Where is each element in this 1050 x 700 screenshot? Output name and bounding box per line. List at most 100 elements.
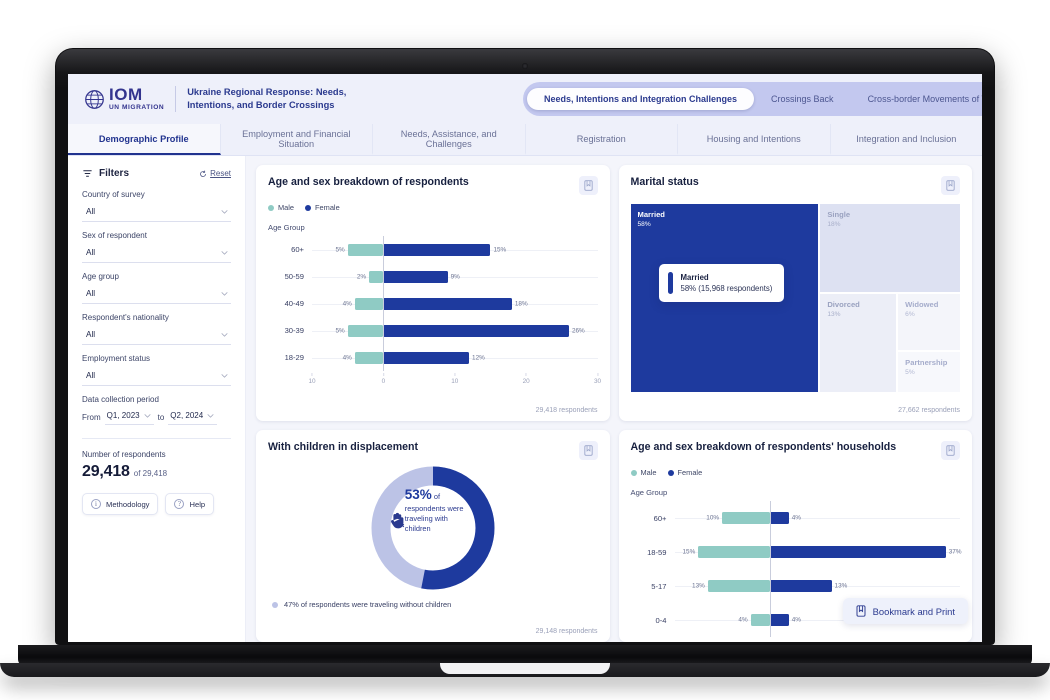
x-axis-tick: 10 xyxy=(451,373,458,385)
legend-label: Female xyxy=(678,468,703,477)
respondents-number: 29,418 xyxy=(82,463,130,481)
bookmark-icon xyxy=(946,180,955,191)
bookmark-button[interactable] xyxy=(941,176,960,195)
period-from-select[interactable]: Q1, 2023 xyxy=(105,409,154,425)
bookmark-icon xyxy=(584,180,593,191)
filter-employment-status: Employment status All xyxy=(82,354,231,386)
pyramid-bar-male[interactable] xyxy=(751,614,770,626)
treemap-cell-label: Widowed xyxy=(905,300,953,309)
chevron-down-icon xyxy=(206,411,215,420)
pyramid-category-label: 60+ xyxy=(631,514,675,523)
pyramid-bar-female[interactable] xyxy=(383,244,490,256)
pyramid-bar-female[interactable] xyxy=(770,614,789,626)
tooltip-detail: 58% (15,968 respondents) xyxy=(681,284,773,293)
tab-integration-inclusion[interactable]: Integration and Inclusion xyxy=(831,124,983,155)
pyramid-bar-female[interactable] xyxy=(383,298,511,310)
segment-needs-intentions[interactable]: Needs, Intentions and Integration Challe… xyxy=(527,88,754,110)
pyramid-row: 18-5915%37% xyxy=(631,535,961,569)
treemap-cell-single[interactable]: Single 18% xyxy=(820,204,960,292)
period-to-select[interactable]: Q2, 2024 xyxy=(168,409,217,425)
card-title: With children in displacement xyxy=(268,441,418,453)
respondents-label: Number of respondents xyxy=(82,450,231,459)
legend-swatch xyxy=(668,470,674,476)
reset-filters-button[interactable]: Reset xyxy=(199,169,231,178)
bookmark-icon xyxy=(856,605,866,617)
pyramid-track: 4%12% xyxy=(312,344,598,371)
filter-label: Age group xyxy=(82,272,231,281)
bookmark-button[interactable] xyxy=(579,441,598,460)
treemap-cell-partnership[interactable]: Partnership 5% xyxy=(898,352,960,392)
card-age-sex-respondents: Age and sex breakdown of respondents Mal… xyxy=(256,165,610,421)
segment-crossings-back[interactable]: Crossings Back xyxy=(754,88,851,110)
respondent-nationality-select[interactable]: All xyxy=(82,327,231,345)
treemap-cell-label: Partnership xyxy=(905,358,953,367)
divider xyxy=(175,86,176,112)
pyramid-bar-male[interactable] xyxy=(369,271,383,283)
section-switcher: Needs, Intentions and Integration Challe… xyxy=(523,82,982,116)
legend-female: Female xyxy=(668,468,703,477)
chart-legend: Male Female xyxy=(631,468,961,477)
pyramid-row: 60+5%15% xyxy=(268,236,598,263)
bookmark-and-print-button[interactable]: Bookmark and Print xyxy=(843,598,968,624)
bookmark-icon xyxy=(946,445,955,456)
employment-status-select[interactable]: All xyxy=(82,368,231,386)
tab-demographic-profile[interactable]: Demographic Profile xyxy=(68,124,221,155)
filter-sex-of-respondent: Sex of respondent All xyxy=(82,231,231,263)
filter-label: Sex of respondent xyxy=(82,231,231,240)
tooltip-title: Married xyxy=(681,273,773,282)
bookmark-button[interactable] xyxy=(579,176,598,195)
pyramid-category-label: 50-59 xyxy=(268,272,312,281)
pyramid-bar-male[interactable] xyxy=(355,298,384,310)
pyramid-bar-male-value: 4% xyxy=(343,354,352,361)
pyramid-category-label: 40-49 xyxy=(268,299,312,308)
tab-registration[interactable]: Registration xyxy=(526,124,679,155)
help-button[interactable]: ? Help xyxy=(165,493,214,515)
tab-housing-intentions[interactable]: Housing and Intentions xyxy=(678,124,831,155)
filter-value: All xyxy=(86,289,95,298)
chevron-down-icon xyxy=(220,330,229,339)
legend-swatch xyxy=(268,205,274,211)
filter-country-of-survey: Country of survey All xyxy=(82,190,231,222)
question-icon: ? xyxy=(174,499,184,509)
pyramid-bar-male[interactable] xyxy=(348,244,384,256)
tab-employment-financial[interactable]: Employment and Financial Situation xyxy=(221,124,374,155)
card-title: Marital status xyxy=(631,176,699,188)
sex-of-respondent-select[interactable]: All xyxy=(82,245,231,263)
pyramid-row: 40-494%18% xyxy=(268,290,598,317)
treemap-cell-divorced[interactable]: Divorced 13% xyxy=(820,294,896,392)
pyramid-category-label: 5-17 xyxy=(631,582,675,591)
country-of-survey-select[interactable]: All xyxy=(82,204,231,222)
pyramid-bar-female[interactable] xyxy=(770,580,832,592)
card-title: Age and sex breakdown of respondents xyxy=(268,176,469,188)
bookmark-button[interactable] xyxy=(941,441,960,460)
pyramid-bar-male[interactable] xyxy=(348,325,384,337)
x-axis-tick: 0 xyxy=(382,373,386,385)
pyramid-bar-male[interactable] xyxy=(722,512,770,524)
pyramid-bar-female[interactable] xyxy=(383,352,469,364)
segment-cross-border-tcn[interactable]: Cross-border Movements of TCNs xyxy=(851,88,982,110)
y-axis-title: Age Group xyxy=(631,488,961,497)
pyramid-bar-female[interactable] xyxy=(770,546,946,558)
zero-axis-line xyxy=(770,501,771,637)
pyramid-bar-female[interactable] xyxy=(383,325,569,337)
pyramid-bar-female[interactable] xyxy=(383,271,447,283)
period-to-value: Q2, 2024 xyxy=(170,411,203,420)
pyramid-bar-male[interactable] xyxy=(708,580,770,592)
reset-icon xyxy=(199,170,207,178)
pyramid-bar-male-value: 10% xyxy=(706,515,719,522)
iom-logo: IOM UN MIGRATION xyxy=(84,86,164,112)
pyramid-bar-female[interactable] xyxy=(770,512,789,524)
tab-needs-assistance[interactable]: Needs, Assistance, and Challenges xyxy=(373,124,526,155)
treemap-cell-value: 13% xyxy=(827,311,889,318)
treemap-cell-value: 6% xyxy=(905,311,953,318)
pyramid-category-label: 60+ xyxy=(268,245,312,254)
legend-swatch xyxy=(272,602,278,608)
methodology-button[interactable]: i Methodology xyxy=(82,493,158,515)
pyramid-category-label: 18-29 xyxy=(268,353,312,362)
age-group-select[interactable]: All xyxy=(82,286,231,304)
pyramid-bar-female-value: 26% xyxy=(572,327,585,334)
legend-label: Female xyxy=(315,203,340,212)
pyramid-bar-male[interactable] xyxy=(355,352,384,364)
treemap-cell-widowed[interactable]: Widowed 6% xyxy=(898,294,960,350)
pyramid-bar-male[interactable] xyxy=(698,546,769,558)
